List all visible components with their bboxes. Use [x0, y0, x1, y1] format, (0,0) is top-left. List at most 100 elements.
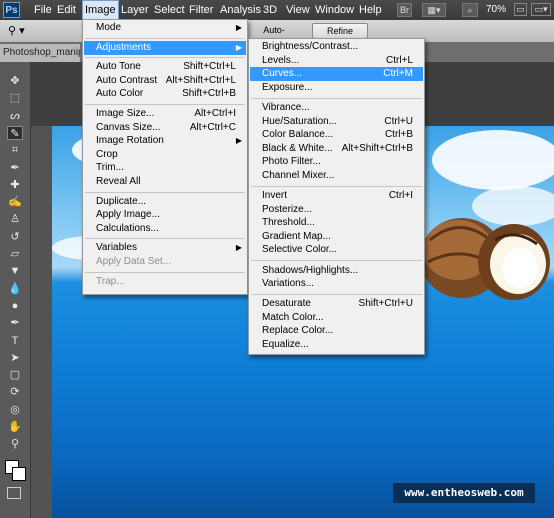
- menu-window[interactable]: Window: [315, 0, 354, 20]
- eraser-icon[interactable]: ▱: [7, 247, 23, 261]
- menu-item-shadows-highlights[interactable]: Shadows/Highlights...: [250, 264, 423, 278]
- menu-separator: [85, 104, 245, 105]
- menu-item-exposure[interactable]: Exposure...: [250, 81, 423, 95]
- type-icon[interactable]: T: [7, 334, 23, 348]
- background-color-swatch[interactable]: [12, 467, 26, 481]
- menu-3d[interactable]: 3D: [263, 0, 277, 20]
- menu-item-auto-contrast[interactable]: Auto Contrast Alt+Shift+Ctrl+L: [84, 74, 246, 88]
- history-brush-icon[interactable]: ↺: [7, 230, 23, 244]
- submenu-arrow-icon: ▶: [235, 243, 242, 253]
- menu-item-crop[interactable]: Crop: [84, 148, 246, 162]
- menu-item-desaturate[interactable]: Desaturate Shift+Ctrl+U: [250, 297, 423, 311]
- menu-item-image-size[interactable]: Image Size... Alt+Ctrl+I: [84, 107, 246, 121]
- brush-icon[interactable]: ✍: [7, 195, 23, 209]
- menu-item-hue-saturation[interactable]: Hue/Saturation... Ctrl+U: [250, 115, 423, 129]
- menu-item-label: Levels...: [262, 54, 300, 66]
- zoom-level-icon[interactable]: ⌕: [462, 3, 478, 17]
- menu-item-image-rotation[interactable]: Image Rotation ▶: [84, 134, 246, 148]
- menu-filter[interactable]: Filter: [189, 0, 213, 20]
- view-extras-icon[interactable]: ▦▾: [422, 3, 446, 17]
- menu-item-color-balance[interactable]: Color Balance... Ctrl+B: [250, 128, 423, 142]
- menu-item-threshold[interactable]: Threshold...: [250, 216, 423, 230]
- menu-item-label: Image Size...: [96, 108, 155, 119]
- quick-mask-icon[interactable]: [7, 487, 21, 499]
- menu-view[interactable]: View: [286, 0, 310, 20]
- menu-item-levels[interactable]: Levels... Ctrl+L: [250, 54, 423, 68]
- 3d-orbit-icon[interactable]: ◎: [7, 403, 23, 417]
- menu-item-posterize[interactable]: Posterize...: [250, 203, 423, 217]
- 3d-rotate-icon[interactable]: ⟳: [7, 385, 23, 399]
- menu-item-brightness-contrast[interactable]: Brightness/Contrast...: [250, 40, 423, 54]
- eyedropper-icon[interactable]: ✒: [7, 161, 23, 175]
- menu-item-apply-image[interactable]: Apply Image...: [84, 208, 246, 222]
- document-tab[interactable]: Photoshop_manipu: [0, 44, 80, 62]
- menu-item-mode[interactable]: Mode ▶: [84, 21, 246, 35]
- menu-item-label: Curves...: [262, 68, 303, 80]
- website-watermark: www.entheosweb.com: [393, 483, 535, 503]
- menu-item-label: Shadows/Highlights...: [262, 264, 359, 276]
- menu-item-auto-color[interactable]: Auto Color Shift+Ctrl+B: [84, 87, 246, 101]
- crop-icon[interactable]: ⌗: [7, 143, 23, 157]
- menu-item-match-color[interactable]: Match Color...: [250, 311, 423, 325]
- menu-item-auto-tone[interactable]: Auto Tone Shift+Ctrl+L: [84, 60, 246, 74]
- menu-item-variations[interactable]: Variations...: [250, 277, 423, 291]
- menu-file[interactable]: File: [34, 0, 52, 20]
- bridge-button[interactable]: Br: [397, 3, 412, 17]
- menu-item-label: Hue/Saturation...: [262, 115, 338, 127]
- menu-edit[interactable]: Edit: [57, 0, 76, 20]
- quick-select-icon[interactable]: ✎: [7, 125, 23, 140]
- menu-item-selective-color[interactable]: Selective Color...: [250, 243, 423, 257]
- menu-item-reveal-all[interactable]: Reveal All: [84, 175, 246, 189]
- menu-item-photo-filter[interactable]: Photo Filter...: [250, 155, 423, 169]
- healing-icon[interactable]: ✚: [7, 178, 23, 192]
- menu-item-vibrance[interactable]: Vibrance...: [250, 101, 423, 115]
- menu-separator: [251, 97, 422, 99]
- menu-item-replace-color[interactable]: Replace Color...: [250, 324, 423, 338]
- menu-item-invert[interactable]: Invert Ctrl+I: [250, 189, 423, 203]
- menu-separator: [251, 293, 422, 295]
- menu-item-label: Black & White...: [262, 142, 333, 154]
- menu-item-label: Mode: [96, 22, 122, 33]
- menu-item-gradient-map[interactable]: Gradient Map...: [250, 230, 423, 244]
- marquee-icon[interactable]: ⬚: [7, 91, 23, 105]
- menu-separator: [251, 260, 422, 262]
- pen-icon[interactable]: ✒: [7, 316, 23, 330]
- menu-item-curves[interactable]: Curves... Ctrl+M: [250, 67, 423, 82]
- zoom-icon[interactable]: ⚲: [7, 437, 23, 451]
- hand-icon[interactable]: ✋: [7, 420, 23, 434]
- menu-image[interactable]: Image: [82, 0, 119, 20]
- menu-analysis[interactable]: Analysis: [220, 0, 261, 20]
- menu-layer[interactable]: Layer: [121, 0, 149, 20]
- stamp-icon[interactable]: ♙: [7, 212, 23, 226]
- blur-icon[interactable]: 💧: [7, 282, 23, 296]
- menu-item-variables[interactable]: Variables ▶: [84, 241, 246, 255]
- menu-item-trim[interactable]: Trim...: [84, 161, 246, 175]
- shape-icon[interactable]: ▢: [7, 368, 23, 382]
- menu-item-label: Variables: [96, 242, 137, 254]
- arrange-icon[interactable]: ▭: [514, 3, 527, 16]
- lasso-icon[interactable]: ᔕ: [7, 109, 23, 123]
- menu-item-label: Image Rotation: [96, 135, 164, 147]
- menu-item-channel-mixer[interactable]: Channel Mixer...: [250, 169, 423, 183]
- menu-item-adjustments[interactable]: Adjustments ▶: [84, 40, 246, 55]
- menu-item-equalize[interactable]: Equalize...: [250, 338, 423, 352]
- menu-item-label: Auto Tone: [96, 61, 141, 73]
- menu-select[interactable]: Select: [154, 0, 185, 20]
- dodge-icon[interactable]: ●: [7, 299, 23, 313]
- refine-edge-button[interactable]: Refine Edge...: [312, 23, 368, 50]
- menu-item-duplicate[interactable]: Duplicate...: [84, 195, 246, 209]
- screen-mode-icon[interactable]: ▭▾: [531, 3, 551, 16]
- menu-item-calculations[interactable]: Calculations...: [84, 222, 246, 236]
- menu-item-shortcut: Ctrl+B: [384, 129, 413, 141]
- move-icon[interactable]: ✥: [7, 74, 23, 88]
- paint-bucket-icon[interactable]: ▼: [7, 264, 23, 278]
- menu-item-label: Trap...: [96, 275, 125, 287]
- menu-item-shortcut: Shift+Ctrl+L: [183, 61, 236, 73]
- tool-preset-icon[interactable]: ⚲ ▾: [8, 23, 38, 39]
- menu-item-black-white[interactable]: Black & White... Alt+Shift+Ctrl+B: [250, 142, 423, 156]
- menu-item-canvas-size[interactable]: Canvas Size... Alt+Ctrl+C: [84, 121, 246, 135]
- path-select-icon[interactable]: ➤: [7, 351, 23, 365]
- auto-enhance-checkbox[interactable]: Auto-Enhance: [248, 23, 300, 49]
- menu-help[interactable]: Help: [359, 0, 382, 20]
- zoom-level[interactable]: 70%: [486, 0, 506, 20]
